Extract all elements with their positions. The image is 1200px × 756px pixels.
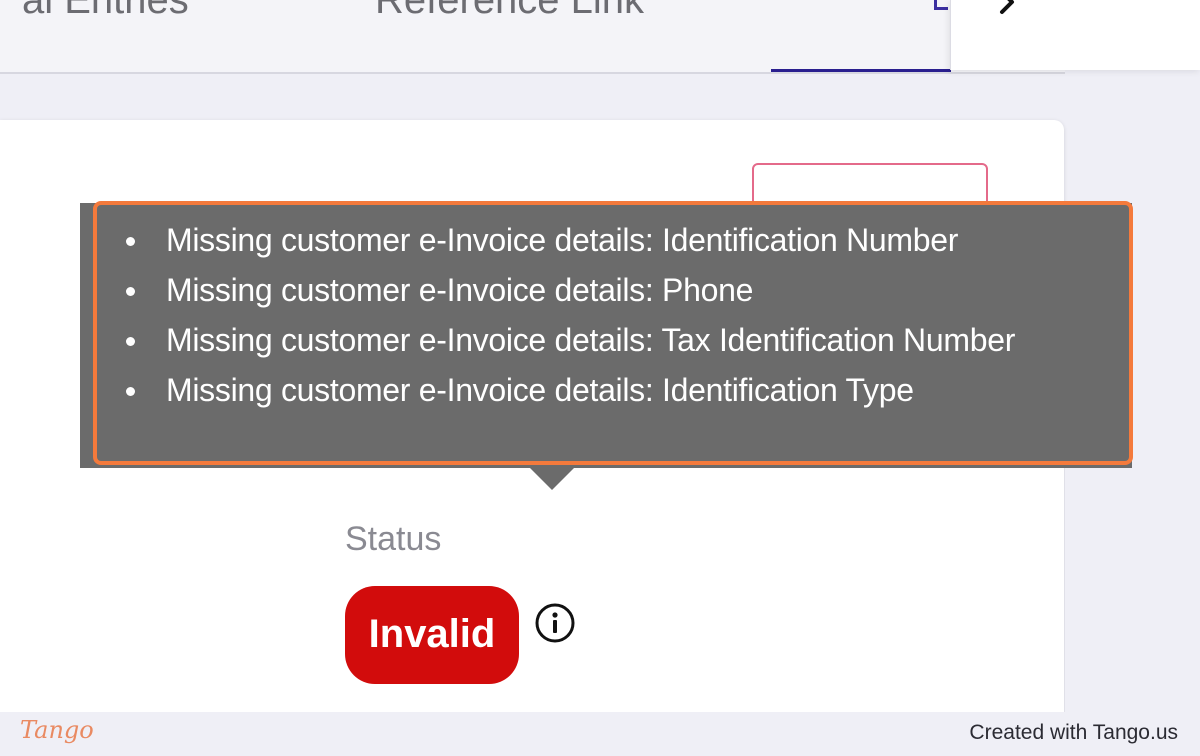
- status-badge: Invalid: [345, 586, 519, 684]
- tooltip-highlight-frame: [93, 201, 1133, 465]
- info-circle-icon[interactable]: [534, 602, 576, 644]
- tab-active-edge[interactable]: [934, 0, 948, 10]
- tooltip-arrow: [530, 468, 574, 490]
- tango-logo: Tango: [20, 716, 94, 744]
- tab-bar: al Entries Reference Link: [0, 0, 1065, 74]
- tab-scroll-panel: [950, 0, 1200, 70]
- status-label: Status: [345, 520, 442, 558]
- footer-credit: Created with Tango.us: [969, 721, 1178, 744]
- tab-active-indicator: [771, 69, 951, 72]
- tab-reference-link[interactable]: Reference Link: [375, 0, 644, 23]
- chevron-right-icon[interactable]: [996, 0, 1022, 16]
- tab-entries[interactable]: al Entries: [22, 0, 189, 23]
- footer: Tango Created with Tango.us: [0, 712, 1200, 756]
